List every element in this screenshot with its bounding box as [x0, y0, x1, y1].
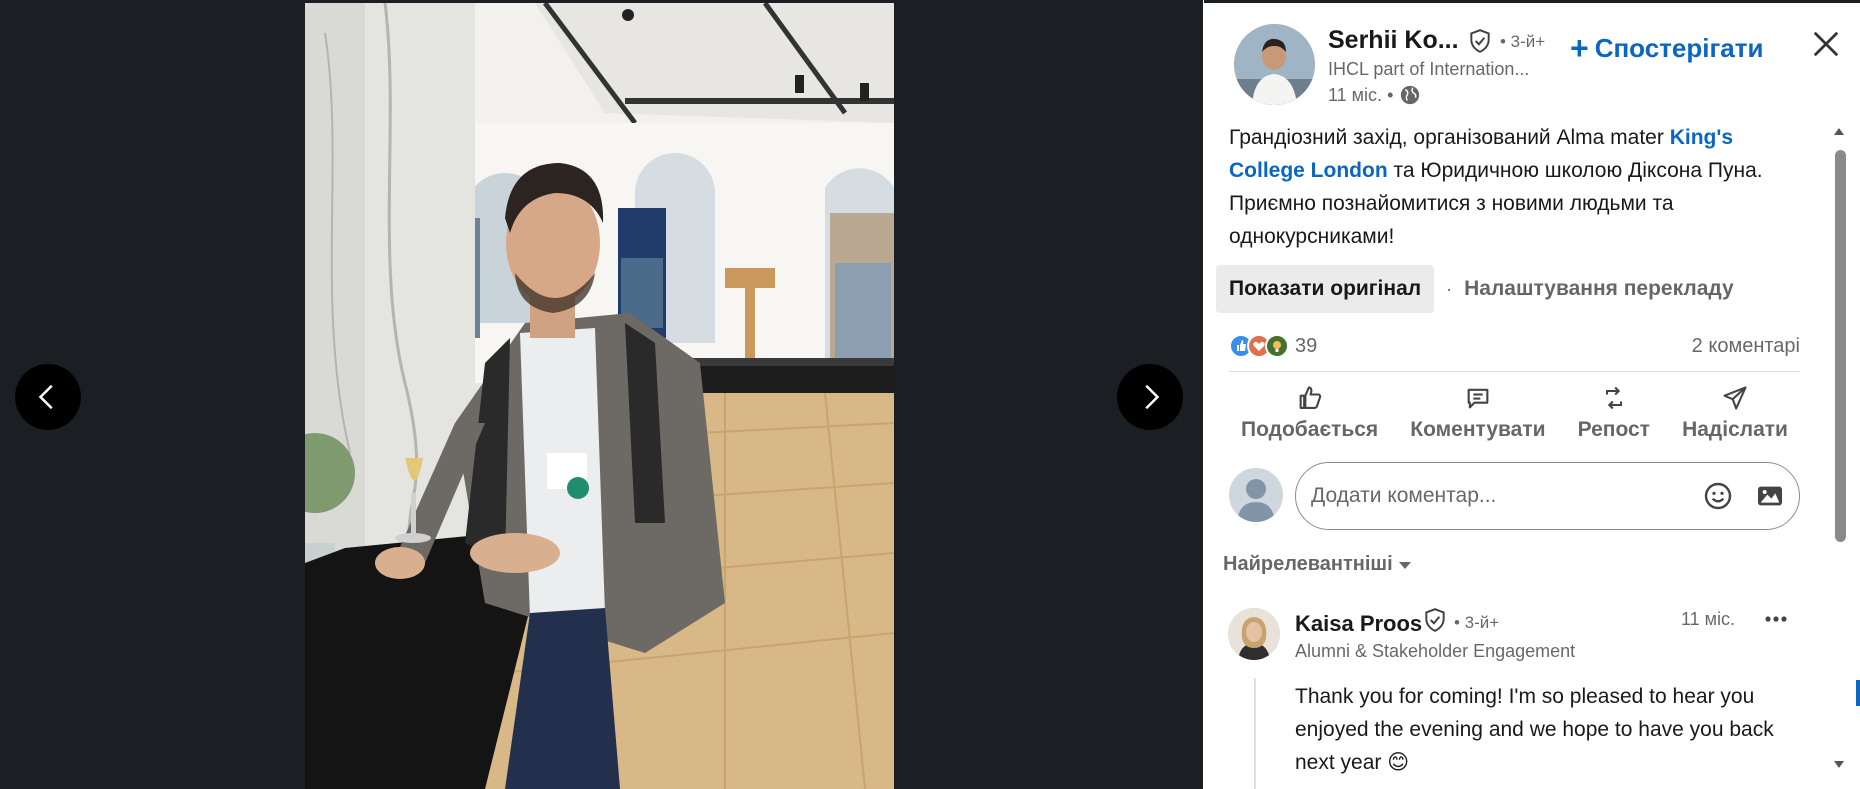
- reactions-summary[interactable]: 39: [1229, 334, 1317, 358]
- media-viewer: [0, 0, 1203, 789]
- thumbs-up-icon: [1299, 386, 1321, 409]
- event-photo-illustration: [305, 3, 894, 789]
- comment-button[interactable]: Коментувати: [1398, 378, 1557, 448]
- post-text: Грандіозний захід, організований Alma ma…: [1229, 121, 1809, 253]
- post-meta: 11 міс. •: [1328, 84, 1421, 106]
- comment-text: Thank you for coming! I'm so pleased to …: [1295, 685, 1774, 774]
- caret-down-icon: [1398, 561, 1411, 569]
- like-button[interactable]: Подобається: [1229, 378, 1390, 448]
- scroll-down-arrow[interactable]: [1832, 758, 1846, 772]
- show-original-button[interactable]: Показати оригінал: [1216, 265, 1435, 313]
- translation-controls: Показати оригінал · Налаштування перекла…: [1216, 265, 1734, 313]
- post-text-part1: Грандіозний захід, організований Alma ma…: [1229, 126, 1670, 149]
- globe-icon: [1401, 85, 1420, 105]
- comment-input[interactable]: [1311, 484, 1695, 508]
- commenter-avatar-image: [1228, 608, 1280, 660]
- author-avatar[interactable]: [1234, 24, 1315, 105]
- panel-top-border: [1204, 0, 1860, 3]
- commenter-verified-shield-icon[interactable]: [1422, 607, 1448, 633]
- arrow-down-icon: [1834, 761, 1844, 768]
- translation-separator: ·: [1446, 278, 1453, 299]
- sort-label: Найрелевантніші: [1223, 553, 1393, 575]
- comment-more-button[interactable]: [1758, 605, 1794, 633]
- social-actions-bar: Подобається Коментувати Репост Надіслати: [1229, 378, 1800, 448]
- author-avatar-image: [1234, 24, 1315, 105]
- close-icon: [1813, 31, 1839, 57]
- comment-thread-line: [1254, 678, 1256, 789]
- send-icon: [1723, 386, 1747, 410]
- add-comment-box: [1295, 462, 1800, 530]
- edge-indicator: [1856, 680, 1860, 706]
- scrollbar-thumb[interactable]: [1835, 150, 1846, 542]
- image-icon: [1758, 486, 1782, 506]
- insightful-reaction-icon: [1265, 334, 1289, 358]
- commenter-connection-degree: • 3-й+: [1454, 613, 1500, 632]
- verified-shield-icon[interactable]: [1467, 28, 1493, 54]
- reaction-count: 39: [1295, 334, 1318, 357]
- commenter-name[interactable]: Kaisa Proos: [1295, 611, 1422, 637]
- default-avatar-icon: [1229, 468, 1283, 522]
- comment-icon: [1467, 388, 1489, 409]
- comment-label: Коментувати: [1410, 418, 1546, 441]
- post-detail-panel: Serhii Ko... • 3-й+ IHCL part of Interna…: [1204, 0, 1860, 789]
- chevron-right-icon: [1145, 384, 1160, 410]
- translation-settings-button[interactable]: Налаштування перекладу: [1464, 277, 1734, 301]
- add-image-button[interactable]: [1747, 473, 1793, 519]
- repost-label: Репост: [1577, 418, 1650, 441]
- repost-icon: [1605, 386, 1622, 410]
- current-user-avatar: [1229, 468, 1283, 522]
- like-label: Подобається: [1241, 418, 1379, 441]
- social-counts: 39 2 коментарі: [1229, 332, 1800, 360]
- repost-button[interactable]: Репост: [1566, 378, 1662, 448]
- post-photo: [305, 3, 894, 789]
- more-horizontal-icon: [1765, 616, 1787, 622]
- commenter-headline: Alumni & Stakeholder Engagement: [1295, 641, 1576, 661]
- author-name[interactable]: Serhii Ko...: [1328, 26, 1459, 55]
- follow-label: Спостерігати: [1594, 32, 1764, 63]
- emoji-icon: [1704, 482, 1732, 510]
- send-label: Надіслати: [1682, 418, 1788, 441]
- comments-sort-dropdown[interactable]: Найрелевантніші: [1223, 553, 1413, 576]
- comment-time: 11 міс.: [1681, 609, 1736, 629]
- close-button[interactable]: [1804, 22, 1848, 66]
- chevron-left-icon: [38, 384, 53, 410]
- author-connection-degree: • 3-й+: [1500, 32, 1546, 51]
- plus-icon: +: [1570, 30, 1589, 66]
- send-button[interactable]: Надіслати: [1670, 378, 1800, 448]
- actions-divider: [1229, 371, 1800, 372]
- scroll-up-arrow[interactable]: [1832, 124, 1846, 138]
- previous-image-button[interactable]: [15, 364, 81, 430]
- arrow-up-icon: [1834, 128, 1844, 135]
- next-image-button[interactable]: [1117, 364, 1183, 430]
- author-headline: IHCL part of Internation...: [1328, 59, 1530, 79]
- comments-count[interactable]: 2 коментарі: [1692, 335, 1800, 358]
- post-time: 11 міс. •: [1328, 84, 1394, 105]
- follow-button[interactable]: + Спостерігати: [1570, 30, 1763, 66]
- emoji-button[interactable]: [1695, 473, 1741, 519]
- commenter-avatar[interactable]: [1228, 608, 1280, 660]
